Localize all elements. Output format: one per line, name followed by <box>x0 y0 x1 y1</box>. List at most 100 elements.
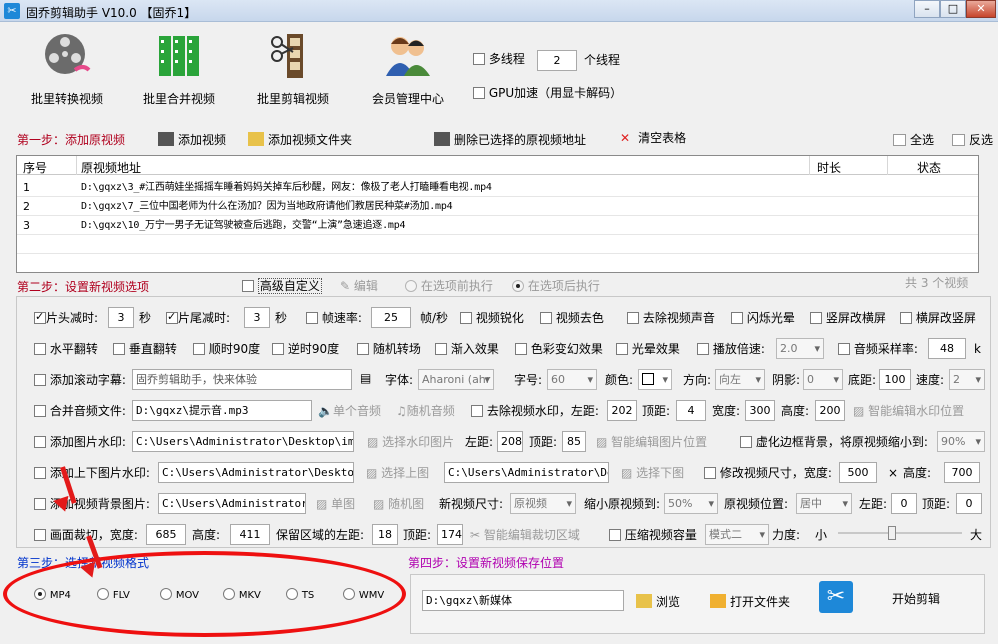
crop-top-input[interactable]: 174 <box>437 524 463 545</box>
tail-cut-input[interactable]: 3 <box>244 307 270 328</box>
vflip-check[interactable] <box>113 343 125 355</box>
new-size-select[interactable]: 原视频 <box>510 493 576 514</box>
choose-top-button[interactable]: ▨ 选择上图 <box>366 466 429 480</box>
color-check[interactable] <box>515 343 527 355</box>
cw90-checkbox[interactable]: 顺时90度 <box>193 342 260 356</box>
v2h-check[interactable] <box>810 312 822 324</box>
decolor-checkbox[interactable]: 视频去色 <box>540 311 604 325</box>
minimize-button[interactable]: – <box>914 0 940 18</box>
choose-wm-button[interactable]: ▨ 选择水印图片 <box>367 435 454 449</box>
add-video-button[interactable]: 添加视频 <box>158 132 226 147</box>
v2h-checkbox[interactable]: 竖屏改横屏 <box>810 311 886 325</box>
fps-checkbox[interactable]: 帧速率: <box>306 311 362 325</box>
decolor-check[interactable] <box>540 312 552 324</box>
edit-button[interactable]: ✎ 编辑 <box>340 279 378 293</box>
top-img-path-input[interactable]: C:\Users\Administrator\Desktop\i <box>158 462 354 483</box>
tb-wm-check[interactable] <box>34 467 46 479</box>
clear-table-button[interactable]: ✕ 清空表格 <box>620 131 686 145</box>
member-center-button[interactable]: 会员管理中心 <box>353 30 463 107</box>
resize-width-input[interactable]: 500 <box>839 462 877 483</box>
vflip-checkbox[interactable]: 垂直翻转 <box>113 342 177 356</box>
crop-width-input[interactable]: 685 <box>146 524 186 545</box>
flash-check[interactable] <box>731 312 743 324</box>
pos-select[interactable]: 居中 <box>796 493 852 514</box>
tail-cut-check[interactable] <box>166 310 178 324</box>
wm-width-input[interactable]: 300 <box>745 400 775 421</box>
resize-checkbox[interactable]: 修改视频尺寸，宽度: <box>704 466 832 480</box>
wm-height-input[interactable]: 200 <box>815 400 845 421</box>
smart-wm-button[interactable]: ▨ 智能编辑水印位置 <box>853 404 964 418</box>
thread-count-input[interactable]: 2 <box>537 50 577 71</box>
bg-top-input[interactable]: 0 <box>956 493 982 514</box>
fps-input[interactable]: 25 <box>371 307 411 328</box>
head-cut-checkbox[interactable]: 片头减时: <box>34 310 98 325</box>
gpu-checkbox[interactable]: GPU加速（用显卡解码） <box>473 86 622 100</box>
close-button[interactable]: ✕ <box>966 0 996 18</box>
merge-audio-checkbox[interactable]: 合并音频文件: <box>34 404 126 418</box>
single-audio-button[interactable]: 🔈单个音频 <box>318 404 381 418</box>
after-radio-dot[interactable] <box>512 280 524 292</box>
font-select[interactable]: Aharoni (ahr <box>418 369 494 390</box>
random-trans-check[interactable] <box>357 343 369 355</box>
bg-left-input[interactable]: 0 <box>891 493 917 514</box>
head-cut-check[interactable] <box>34 310 46 324</box>
glow-checkbox[interactable]: 光晕效果 <box>616 342 680 356</box>
batch-merge-button[interactable]: 批里合并视频 <box>124 30 234 107</box>
after-radio[interactable]: 在选项后执行 <box>512 279 600 293</box>
table-row[interactable]: 2 D:\gqxz\7_三位中国老师为什么在汤加？因为当地政府请他们教居民种菜#汤… <box>17 197 978 216</box>
wm-left-input[interactable]: 202 <box>607 400 637 421</box>
ccw90-checkbox[interactable]: 逆时90度 <box>272 342 339 356</box>
bg-check[interactable] <box>34 498 46 510</box>
blur-check[interactable] <box>740 436 752 448</box>
random-bg-button[interactable]: ▨ 随机图 <box>373 497 424 511</box>
bg-path-input[interactable]: C:\Users\Administrator\D <box>158 493 306 514</box>
random-trans-checkbox[interactable]: 随机转场 <box>357 342 421 356</box>
table-row[interactable]: 3 D:\gqxz\10_万宁一男子无证驾驶被查后逃跑，交警“上演”急速追逐.mp… <box>17 216 978 235</box>
fps-check[interactable] <box>306 312 318 324</box>
compress-check[interactable] <box>609 529 621 541</box>
crop-left-input[interactable]: 18 <box>372 524 398 545</box>
shrink-select[interactable]: 50% <box>664 493 718 514</box>
audio-path-input[interactable]: D:\gqxz\提示音.mp3 <box>132 400 312 421</box>
sample-checkbox[interactable]: 音频采样率: <box>838 342 918 356</box>
before-radio-dot[interactable] <box>405 280 417 292</box>
smart-img-button[interactable]: ▨ 智能编辑图片位置 <box>596 435 707 449</box>
blur-checkbox[interactable]: 虚化边框背景，将原视频缩小到: <box>740 435 928 449</box>
mode-select[interactable]: 模式二 <box>705 524 769 545</box>
bg-checkbox[interactable]: 添加视频背景图片: <box>34 497 150 511</box>
crop-checkbox[interactable]: 画面裁切，宽度: <box>34 528 138 542</box>
remove-wm-check[interactable] <box>471 405 483 417</box>
start-button[interactable]: 开始剪辑 <box>892 592 940 606</box>
speed-select[interactable]: 2.0 <box>776 338 824 359</box>
speed-checkbox[interactable]: 播放倍速: <box>697 342 765 356</box>
h2v-check[interactable] <box>900 312 912 324</box>
blur-select[interactable]: 90% <box>937 431 985 452</box>
img-wm-path-input[interactable]: C:\Users\Administrator\Desktop\img-q <box>132 431 354 452</box>
select-all-button[interactable]: 全选 <box>893 133 934 147</box>
ccw90-check[interactable] <box>272 343 284 355</box>
strength-slider[interactable] <box>838 532 962 534</box>
scroll-text-check[interactable] <box>34 374 46 386</box>
sharpen-check[interactable] <box>460 312 472 324</box>
hflip-check[interactable] <box>34 343 46 355</box>
sample-check[interactable] <box>838 343 850 355</box>
head-cut-input[interactable]: 3 <box>108 307 134 328</box>
img-left-input[interactable]: 208 <box>497 431 523 452</box>
color-picker[interactable] <box>638 369 672 390</box>
multithread-checkbox[interactable]: 多线程 <box>473 52 525 66</box>
scissors-icon[interactable]: ✂ <box>819 581 853 613</box>
resize-height-input[interactable]: 700 <box>944 462 980 483</box>
add-folder-button[interactable]: 添加视频文件夹 <box>248 132 352 147</box>
open-folder-button[interactable]: 打开文件夹 <box>710 594 790 609</box>
size-select[interactable]: 60 <box>547 369 597 390</box>
hflip-checkbox[interactable]: 水平翻转 <box>34 342 98 356</box>
scroll-speed-select[interactable]: 2 <box>949 369 985 390</box>
before-radio[interactable]: 在选项前执行 <box>405 279 493 293</box>
text-edit-icon[interactable]: ▤ <box>360 371 371 385</box>
resize-check[interactable] <box>704 467 716 479</box>
delete-selected-button[interactable]: 删除已选择的原视频地址 <box>434 132 586 147</box>
single-bg-button[interactable]: ▨ 单图 <box>316 497 355 511</box>
gpu-check[interactable] <box>473 87 485 99</box>
maximize-button[interactable]: □ <box>940 0 966 18</box>
strength-slider-handle[interactable] <box>888 526 896 540</box>
